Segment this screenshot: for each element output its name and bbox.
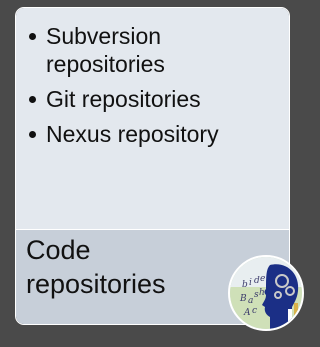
list-item: Nexus repository [26,120,281,148]
logo-letter: b [242,280,248,290]
repository-list: Subversion repositories Git repositories… [26,22,281,155]
logo-letter: i [249,278,252,288]
logo-letter: a [248,296,253,306]
list-item: Git repositories [26,85,281,113]
list-item-text: Git repositories [46,86,201,112]
bullet-icon [29,96,36,103]
logo-letter: B [239,294,247,304]
logo-letter: A [243,308,251,318]
coder-head-icon: b i d e B a s h A c [228,255,304,331]
logo-letter: c [252,306,257,316]
list-item: Subversion repositories [26,22,281,78]
list-item-text: Nexus repository [46,121,219,147]
list-item-text: Subversion repositories [46,23,165,77]
card-title: Code repositories [26,233,226,301]
card-title-line: repositories [26,269,166,299]
bullet-icon [29,33,36,40]
card-content-area: Subversion repositories Git repositories… [16,8,289,229]
bullet-icon [29,131,36,138]
coder-head-graphic: b i d e B a s h A c [230,257,302,329]
logo-letter: e [260,274,265,284]
card-title-line: Code [26,235,91,265]
logo-letter: h [259,288,265,298]
